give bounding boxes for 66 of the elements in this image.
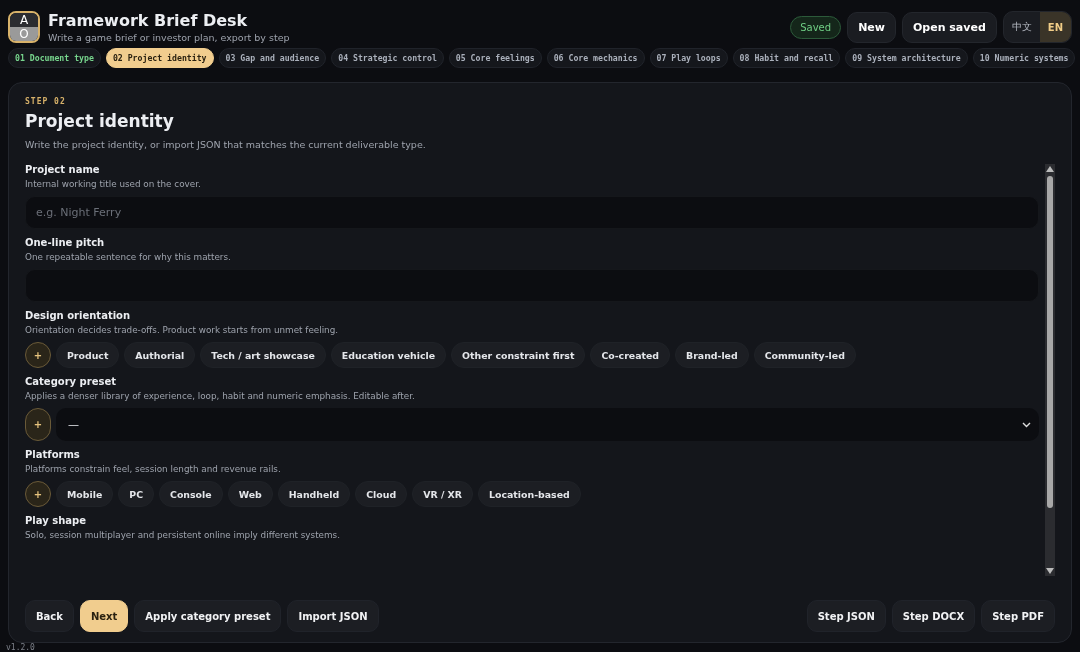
- option-chip[interactable]: Authorial: [124, 342, 196, 368]
- header-button[interactable]: New: [847, 11, 896, 43]
- scroll-up-arrow-icon[interactable]: [1046, 166, 1054, 172]
- field-hint: Platforms constrain feel, session length and revenue rails.: [25, 464, 282, 474]
- field-label: One-line pitch: [25, 237, 106, 248]
- step-tab[interactable]: 09 System architecture: [845, 48, 968, 68]
- footer-button[interactable]: Import JSON: [287, 600, 379, 632]
- field-hint: Orientation decides trade-offs. Product work starts from unmet feeling.: [25, 325, 340, 335]
- option-chip[interactable]: VR / XR: [412, 481, 474, 507]
- saved-status: Saved: [790, 15, 842, 39]
- option-chip[interactable]: Other constraint first: [451, 342, 586, 368]
- step-tab[interactable]: 02 Project identity: [105, 48, 214, 68]
- option-chip[interactable]: Mobile: [56, 481, 114, 507]
- step-tab[interactable]: 01 Document type: [8, 48, 101, 68]
- option-chip[interactable]: Co-created: [590, 342, 671, 368]
- option-chip[interactable]: Console: [159, 481, 223, 507]
- export-button[interactable]: Step PDF: [981, 600, 1055, 632]
- field-hint: One repeatable sentence for why this matters.: [25, 252, 232, 262]
- field-hint: Applies a denser library of experience, loop, habit and numeric emphasis. Editable after.: [25, 391, 416, 401]
- option-chip[interactable]: Web: [227, 481, 273, 507]
- field-label: Platforms: [25, 449, 81, 460]
- field-label: Category preset: [25, 376, 117, 387]
- chevron-down-icon: [1022, 421, 1031, 428]
- field-hint: Solo, session multiplayer and persistent online imply different systems.: [25, 530, 341, 540]
- step-tab[interactable]: 10 Numeric systems: [972, 48, 1076, 68]
- footer-button[interactable]: Back: [25, 600, 74, 632]
- option-chip[interactable]: Cloud: [355, 481, 408, 507]
- step-tab[interactable]: 04 Strategic control: [331, 48, 444, 68]
- option-chip[interactable]: Product: [56, 342, 120, 368]
- field-label: Play shape: [25, 515, 87, 526]
- page-title: Project identity: [25, 111, 175, 131]
- step-tab[interactable]: 03 Gap and audience: [218, 48, 327, 68]
- step-eyebrow: STEP 02: [25, 97, 67, 106]
- export-button[interactable]: Step DOCX: [891, 600, 976, 632]
- page-description: Write the project identity, or import JSON that matches the current deliverable type.: [25, 139, 427, 150]
- scroll-down-arrow-icon[interactable]: [1046, 568, 1054, 574]
- field-label: Project name: [25, 164, 101, 175]
- option-chip[interactable]: Tech / art showcase: [200, 342, 326, 368]
- option-chip[interactable]: Community-led: [753, 342, 856, 368]
- option-chip[interactable]: Brand-led: [675, 342, 749, 368]
- step-tab[interactable]: 08 Habit and recall: [732, 48, 841, 68]
- step-tab[interactable]: 05 Core feelings: [448, 48, 542, 68]
- step-tab[interactable]: 06 Core mechanics: [546, 48, 645, 68]
- add-button[interactable]: +: [25, 408, 51, 441]
- field-label: Design orientation: [25, 310, 132, 321]
- option-chip[interactable]: Handheld: [277, 481, 351, 507]
- field-hint: Internal working title used on the cover.: [25, 179, 202, 189]
- app-title: Framework Brief Desk: [48, 11, 249, 30]
- header-button[interactable]: Open saved: [901, 11, 997, 43]
- version-label: v1.2.0: [5, 643, 36, 652]
- text-field[interactable]: e.g. Night Ferry: [25, 196, 1039, 229]
- app-logo: A O: [8, 11, 40, 43]
- add-button[interactable]: +: [25, 481, 51, 507]
- add-button[interactable]: +: [25, 342, 51, 368]
- language-toggle[interactable]: 中文: [1003, 12, 1040, 42]
- language-toggle[interactable]: EN: [1039, 12, 1071, 42]
- option-chip[interactable]: Education vehicle: [330, 342, 447, 368]
- export-button[interactable]: Step JSON: [806, 600, 886, 632]
- footer-button[interactable]: Apply category preset: [134, 600, 282, 632]
- scrollbar[interactable]: [1045, 164, 1055, 576]
- option-chip[interactable]: Location-based: [478, 481, 581, 507]
- preset-select[interactable]: —: [56, 408, 1039, 441]
- option-chip[interactable]: PC: [118, 481, 155, 507]
- app-subtitle: Write a game brief or investor plan, export by step: [48, 32, 290, 43]
- step-tab[interactable]: 07 Play loops: [649, 48, 728, 68]
- footer-button[interactable]: Next: [79, 600, 129, 632]
